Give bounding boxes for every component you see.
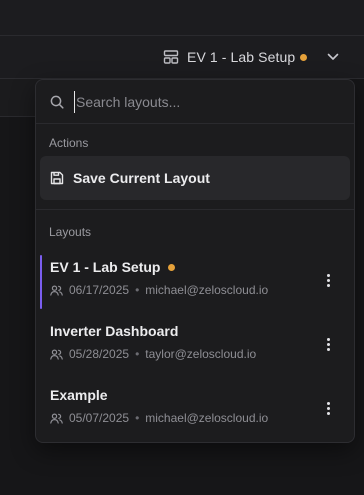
section-divider [36,209,354,210]
unsaved-indicator [300,53,308,61]
more-options-icon[interactable] [322,396,334,420]
layout-switcher-button[interactable]: EV 1 - Lab Setup [163,44,339,70]
users-icon [50,349,63,360]
layout-owner: taylor@zeloscloud.io [145,347,257,361]
chevron-down-icon [327,53,339,61]
users-icon [50,413,63,424]
layout-date: 06/17/2025 [69,283,130,297]
top-toolbar: EV 1 - Lab Setup [0,0,364,79]
layouts-dropdown: Actions Save Current Layout Layouts EV 1… [35,79,355,443]
background-panel-header [0,79,40,117]
actions-section-label: Actions [49,136,89,150]
more-options-icon[interactable] [322,268,334,292]
save-current-layout-button[interactable]: Save Current Layout [40,156,350,200]
layout-name: Example [50,387,108,403]
layout-owner: michael@zeloscloud.io [145,283,269,297]
meta-separator: • [135,283,140,297]
layout-name: EV 1 - Lab Setup [50,259,161,275]
search-icon [50,95,64,109]
unsaved-indicator [168,263,176,271]
layout-item-inverter-dashboard[interactable]: Inverter Dashboard 05/28/2025 • taylor@z… [40,317,350,375]
more-options-icon[interactable] [322,332,334,356]
meta-separator: • [135,347,140,361]
layouts-section-label: Layouts [49,225,92,239]
current-layout-title: EV 1 - Lab Setup [187,49,296,65]
layout-item-ev-1-lab-setup[interactable]: EV 1 - Lab Setup 06/17/2025 • michael@ze… [40,253,350,311]
save-current-layout-label: Save Current Layout [73,170,210,186]
save-icon [50,171,64,185]
meta-separator: • [135,411,140,425]
layout-owner: michael@zeloscloud.io [145,411,269,425]
users-icon [50,285,63,296]
layout-icon [163,50,179,64]
search-input[interactable] [74,90,324,113]
layout-item-example[interactable]: Example 05/07/2025 • michael@zeloscloud.… [40,381,350,439]
layout-date: 05/28/2025 [69,347,130,361]
toolbar-divider [0,0,364,36]
search-row [36,80,354,124]
layout-date: 05/07/2025 [69,411,130,425]
layout-name: Inverter Dashboard [50,323,179,339]
